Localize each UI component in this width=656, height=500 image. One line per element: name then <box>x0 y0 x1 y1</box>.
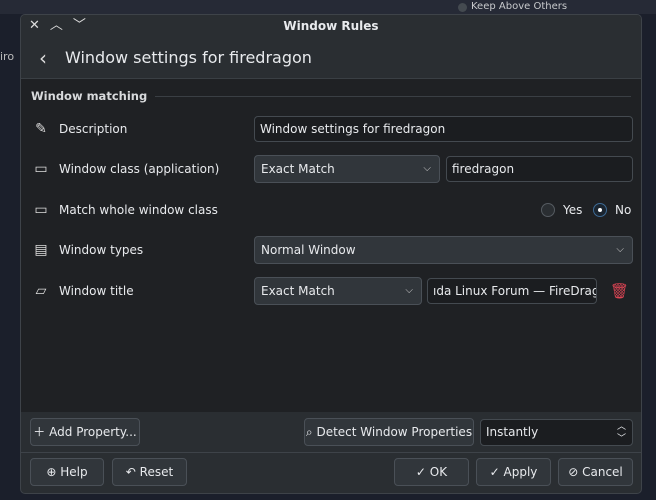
rule-row-description: ✎ Description Window settings for firedr… <box>21 115 641 143</box>
page-header: ‹ Window settings for firedragon <box>21 37 641 79</box>
plus-icon: ＋ <box>33 425 46 439</box>
delay-spinbox[interactable]: Instantly ︿ ﹀ <box>480 419 633 446</box>
divider <box>21 452 641 453</box>
ok-button[interactable]: ✓ OK <box>394 458 469 486</box>
background-text: Keep Above Others <box>471 1 568 12</box>
window-icon: ▭ <box>34 161 48 177</box>
chevron-down-icon[interactable]: ﹀ <box>73 15 86 37</box>
spinbox-arrows-icon: ︿ ﹀ <box>616 422 626 444</box>
rule-row-window-types: ▤ Window types Normal Window ⌵ <box>21 236 641 264</box>
radio-yes[interactable]: Yes <box>541 203 582 218</box>
checkmark-icon: ✓ <box>415 465 426 479</box>
titlebar: ✕ ︿ ﹀ Window Rules <box>21 15 641 37</box>
chevron-down-icon: ⌵ <box>405 285 413 296</box>
rule-row-match-whole: ▭ Match whole window class Yes No <box>21 196 641 224</box>
rule-label: Window title <box>59 284 134 298</box>
undo-icon: ↶ <box>125 465 136 479</box>
help-button[interactable]: ⊕ Help <box>30 458 104 486</box>
rule-row-window-class: ▭ Window class (application) Exact Match… <box>21 155 641 183</box>
rule-row-window-title: ▱ Window title Exact Match ⌵ ıda Linux Fo… <box>21 277 641 305</box>
window-icon: ▭ <box>34 202 48 218</box>
apply-button[interactable]: ✓ Apply <box>476 458 551 486</box>
back-button[interactable]: ‹ <box>21 46 65 70</box>
background-keep-above-option: Keep Above Others <box>458 0 567 14</box>
chevron-up-icon[interactable]: ︿ <box>50 15 63 37</box>
section-title: Window matching <box>31 89 148 103</box>
close-icon[interactable]: ✕ <box>29 15 40 37</box>
match-type-select[interactable]: Exact Match ⌵ <box>254 155 440 183</box>
search-icon: ⌕ <box>305 425 313 439</box>
radio-no[interactable]: No <box>593 203 631 218</box>
detect-window-properties-button[interactable]: ⌕ Detect Window Properties <box>304 418 474 446</box>
match-type-select[interactable]: Exact Match ⌵ <box>254 277 422 305</box>
rules-content: Window matching ✎ Description Window set… <box>21 79 641 412</box>
chevron-down-icon: ⌵ <box>616 244 624 255</box>
rule-label: Match whole window class <box>59 203 218 217</box>
rule-label: Description <box>59 122 128 136</box>
add-property-button[interactable]: ＋ Add Property... <box>30 418 140 446</box>
window-title: Window Rules <box>283 19 379 33</box>
checkbox-icon <box>458 2 467 12</box>
lifebuoy-icon: ⊕ <box>46 465 57 479</box>
window-title-input[interactable]: ıda Linux Forum — FireDragon <box>427 278 597 304</box>
rule-label: Window types <box>59 243 144 257</box>
window-types-select[interactable]: Normal Window ⌵ <box>254 236 633 264</box>
rule-label: Window class (application) <box>59 162 220 176</box>
speech-bubble-icon: ▱ <box>35 283 47 299</box>
window-rules-dialog: ✕ ︿ ﹀ Window Rules ‹ Window settings for… <box>20 14 642 494</box>
cancel-icon: ⊘ <box>568 465 579 479</box>
window-types-icon: ▤ <box>34 242 48 258</box>
reset-button[interactable]: ↶ Reset <box>112 458 187 486</box>
section-header: Window matching <box>21 79 641 113</box>
checkmark-icon: ✓ <box>489 465 500 479</box>
chevron-down-icon: ⌵ <box>423 163 431 174</box>
window-class-input[interactable]: firedragon <box>446 156 633 182</box>
background-text: iro <box>0 50 15 63</box>
trash-icon[interactable]: 🗑︎ <box>610 282 629 300</box>
pencil-icon: ✎ <box>35 121 47 137</box>
page-title: Window settings for firedragon <box>65 48 312 67</box>
cancel-button[interactable]: ⊘ Cancel <box>558 458 633 486</box>
description-input[interactable]: Window settings for firedragon <box>254 116 633 142</box>
